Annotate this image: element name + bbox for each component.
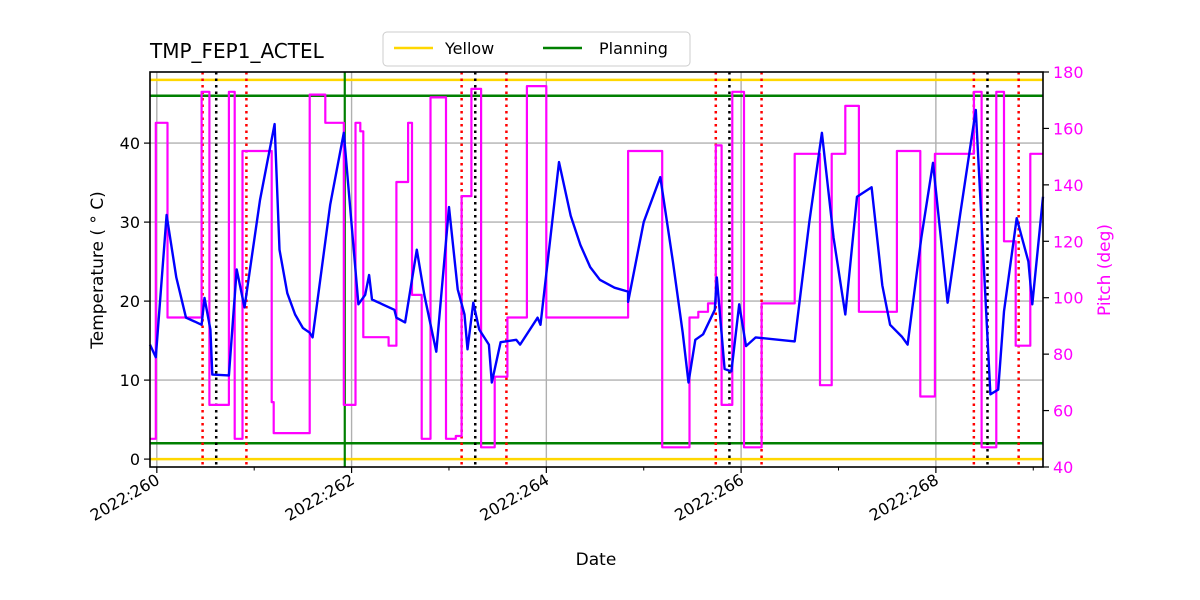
y-tick-label: 0 xyxy=(130,450,140,469)
y-tick-label: 10 xyxy=(120,371,140,390)
y2-tick-label: 140 xyxy=(1053,176,1084,195)
y2-tick-label: 40 xyxy=(1053,458,1073,477)
y2-axis-label: Pitch (deg) xyxy=(1095,224,1115,316)
y2-tick-label: 80 xyxy=(1053,345,1073,364)
chart-canvas: 2022:260 2022:262 2022:264 2022:266 2022:268… xyxy=(0,0,1200,600)
y2-tick-label: 160 xyxy=(1053,119,1084,138)
y-tick-label: 30 xyxy=(120,213,140,232)
y2-tick-label: 120 xyxy=(1053,232,1084,251)
y-tick-label: 40 xyxy=(120,134,140,153)
x-axis-label: Date xyxy=(576,550,617,570)
figure-background xyxy=(0,0,1200,600)
legend-label-yellow: Yellow xyxy=(444,39,494,58)
y2-tick-label: 100 xyxy=(1053,289,1084,308)
y-tick-label: 20 xyxy=(120,292,140,311)
legend: Yellow Planning xyxy=(382,31,691,67)
chart-title: TMP_FEP1_ACTEL xyxy=(149,39,325,63)
y2-tick-label: 60 xyxy=(1053,402,1073,421)
legend-label-planning: Planning xyxy=(599,39,668,58)
y2-tick-label: 180 xyxy=(1053,63,1084,82)
y-axis-label: Temperature ( ° C) xyxy=(88,191,108,350)
